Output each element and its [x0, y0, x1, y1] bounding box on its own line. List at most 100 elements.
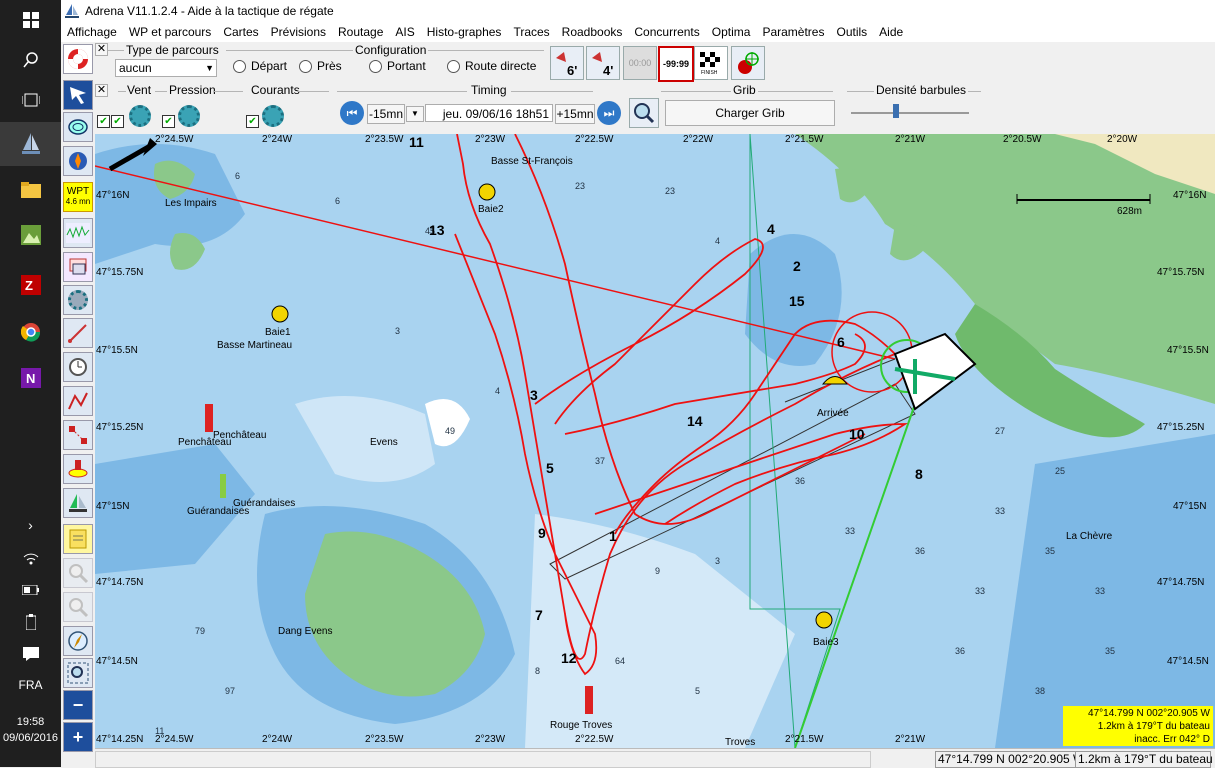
timing-datetime-field[interactable]: jeu. 09/06/16 18h51: [425, 104, 553, 122]
svg-text:25: 25: [1055, 466, 1065, 476]
chrome-icon[interactable]: [0, 312, 61, 352]
race-zone-icon[interactable]: [63, 454, 93, 484]
tack-4-button[interactable]: 4': [586, 46, 620, 80]
menu-outils[interactable]: Outils: [830, 25, 873, 39]
clock[interactable]: 19:58 09/06/2016: [0, 714, 61, 746]
zoom-area-icon[interactable]: [63, 558, 93, 588]
adrena-app-icon[interactable]: [0, 122, 61, 166]
wind-checkbox-2[interactable]: ✔: [111, 115, 124, 128]
svg-text:3: 3: [715, 556, 720, 566]
menu-optima[interactable]: Optima: [706, 25, 757, 39]
note-icon[interactable]: [63, 524, 93, 554]
filezilla-icon[interactable]: Z: [0, 265, 61, 305]
close-panel2-icon[interactable]: ✕: [95, 84, 108, 97]
zoom-out-icon[interactable]: −: [63, 690, 93, 720]
wave-chart-icon[interactable]: [63, 218, 93, 248]
svg-text:6': 6': [567, 63, 577, 78]
waypoint-button[interactable]: WPT 4.6 mn: [63, 182, 93, 212]
compass-rose-icon[interactable]: [63, 146, 93, 176]
menu-histo-graphes[interactable]: Histo-graphes: [421, 25, 508, 39]
window-title: Adrena V11.1.2.4 - Aide à la tactique de…: [85, 4, 334, 18]
timer-button[interactable]: 00:00: [623, 46, 657, 80]
bottom-coord-4: 2°23.5W: [365, 734, 404, 745]
clock-settings-icon[interactable]: [63, 352, 93, 382]
svg-text:23: 23: [575, 181, 585, 191]
scale-label: 628m: [1117, 206, 1143, 217]
course-marks-icon[interactable]: [63, 420, 93, 450]
config-radio-portant[interactable]: Portant: [369, 59, 426, 73]
wind-settings-gear-icon[interactable]: [129, 105, 151, 127]
menu-parametres[interactable]: Paramètres: [756, 25, 830, 39]
currents-checkbox[interactable]: ✔: [246, 115, 259, 128]
timing-dropdown-chevron-icon[interactable]: ▼: [406, 106, 424, 122]
place-evens: Evens: [370, 437, 398, 448]
plus-15mn-button[interactable]: +15mn: [555, 104, 595, 124]
zoom-chart-button[interactable]: [629, 98, 659, 128]
task-view-icon[interactable]: [0, 80, 61, 120]
menu-concurrents[interactable]: Concurrents: [628, 25, 705, 39]
route-icon[interactable]: [63, 386, 93, 416]
close-panel-icon[interactable]: ✕: [95, 43, 108, 56]
measure-tool-icon[interactable]: [63, 318, 93, 348]
onenote-icon[interactable]: N: [0, 358, 61, 398]
course-type-select[interactable]: aucun ▼: [115, 59, 217, 77]
left-lat-4: 47°15.25N: [96, 422, 144, 433]
zoom-prev-icon[interactable]: [63, 592, 93, 622]
sailing-tool-icon[interactable]: [63, 488, 93, 518]
isobar-icon[interactable]: [63, 112, 93, 142]
target-buoy-icon: [738, 52, 759, 74]
leg-number-13: 13: [429, 222, 445, 238]
left-lat-3: 47°15.5N: [96, 345, 138, 356]
image-app-icon[interactable]: [0, 215, 61, 255]
config-radio-route-directe[interactable]: Route directe: [447, 59, 536, 73]
tack-6-button[interactable]: 6': [550, 46, 584, 80]
lifebuoy-icon[interactable]: [63, 44, 93, 74]
left-lat-7: 47°14.5N: [96, 656, 138, 667]
configuration-label: Configuration: [353, 43, 429, 57]
menu-affichage[interactable]: Affichage: [61, 25, 123, 39]
windows-start-icon[interactable]: [0, 0, 61, 40]
load-grib-button[interactable]: Charger Grib: [665, 100, 835, 126]
compass-icon[interactable]: [63, 626, 93, 656]
menu-wp-parcours[interactable]: WP et parcours: [123, 25, 217, 39]
notifications-icon[interactable]: [0, 634, 61, 674]
rewind-icon[interactable]: ⏮: [340, 101, 364, 125]
pressure-settings-gear-icon[interactable]: [178, 105, 200, 127]
countdown-button[interactable]: -99:99: [658, 46, 694, 82]
right-lat-4: 47°15.25N: [1157, 422, 1205, 433]
finish-flag-button[interactable]: FINISH: [694, 46, 728, 80]
svg-text:33: 33: [1095, 586, 1105, 596]
settings-gear-icon[interactable]: [63, 285, 93, 315]
zoom-fit-icon[interactable]: [63, 658, 93, 688]
file-explorer-icon[interactable]: [0, 170, 61, 210]
config-radio-pres[interactable]: Près: [299, 59, 342, 73]
nautical-chart[interactable]: 6 6 45 23 23 4 3 4 49 37 9 3 36 33 36 33 35 33 36 38 3…: [95, 134, 1215, 748]
wpt-distance: 4.6 mn: [65, 197, 91, 206]
zoom-in-icon[interactable]: +: [63, 722, 93, 752]
minus-15mn-button[interactable]: -15mn: [367, 104, 405, 124]
menu-routage[interactable]: Routage: [332, 25, 389, 39]
layers-icon[interactable]: [63, 252, 93, 282]
barb-density-slider-track[interactable]: [851, 112, 969, 114]
fast-forward-icon[interactable]: ⏭: [597, 101, 621, 125]
language-indicator[interactable]: FRA: [0, 678, 61, 692]
left-lat-5: 47°15N: [96, 501, 130, 512]
select-arrow-icon[interactable]: [63, 80, 93, 110]
menu-ais[interactable]: AIS: [389, 25, 420, 39]
wind-group-line: [118, 91, 126, 92]
clock-time: 19:58: [16, 716, 45, 728]
left-lat-2: 47°15.75N: [96, 267, 144, 278]
svg-text:8: 8: [535, 666, 540, 676]
menu-previsions[interactable]: Prévisions: [265, 25, 332, 39]
menu-cartes[interactable]: Cartes: [217, 25, 264, 39]
currents-settings-gear-icon[interactable]: [262, 105, 284, 127]
barb-density-slider-thumb[interactable]: [893, 104, 899, 118]
menu-traces[interactable]: Traces: [507, 25, 555, 39]
config-radio-depart[interactable]: Départ: [233, 59, 287, 73]
search-icon[interactable]: [0, 40, 61, 80]
menu-roadbooks[interactable]: Roadbooks: [556, 25, 629, 39]
wind-checkbox-1[interactable]: ✔: [97, 115, 110, 128]
mark-bomb-button[interactable]: [731, 46, 765, 80]
pressure-checkbox[interactable]: ✔: [162, 115, 175, 128]
menu-aide[interactable]: Aide: [873, 25, 909, 39]
